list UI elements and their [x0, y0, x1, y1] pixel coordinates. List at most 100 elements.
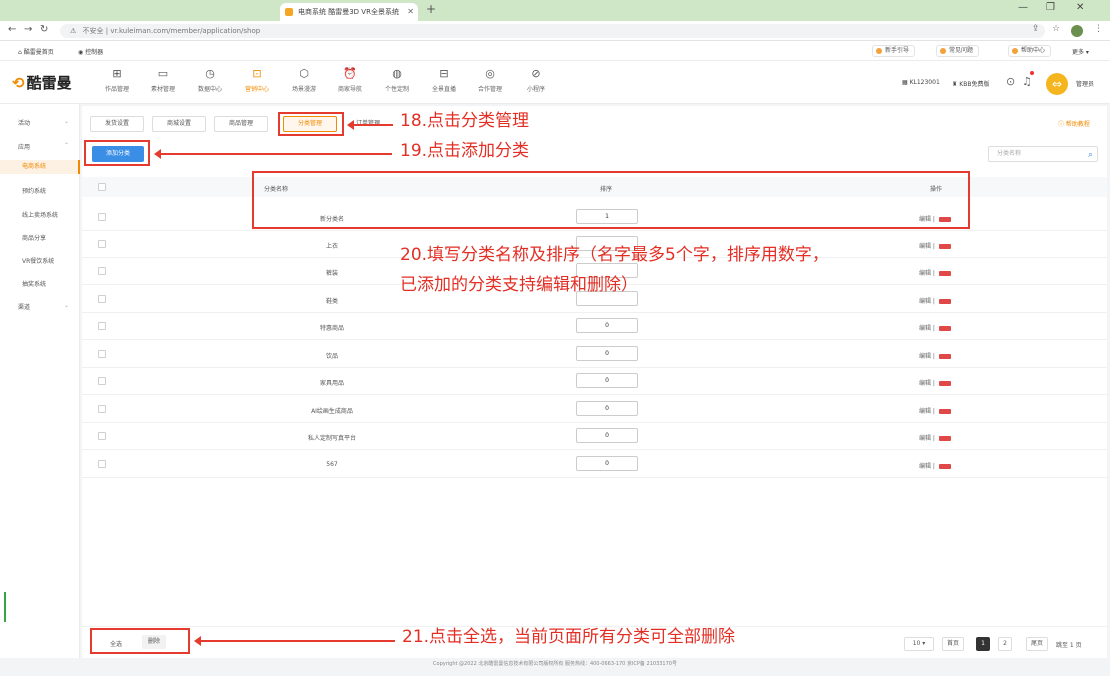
row-checkbox[interactable]	[98, 432, 106, 440]
user-name[interactable]: 管理员	[1076, 79, 1094, 88]
row-checkbox[interactable]	[98, 460, 106, 468]
sidebar-item-share[interactable]: 商品分享	[22, 233, 46, 242]
sidebar-item-ecommerce[interactable]: 电商系统	[0, 160, 80, 174]
sort-input[interactable]: 0	[576, 401, 638, 416]
sidebar-item-lottery[interactable]: 抽奖系统	[22, 279, 46, 288]
delete-link[interactable]	[938, 464, 951, 469]
share-icon[interactable]: ⇪	[1032, 24, 1040, 34]
row-checkbox[interactable]	[98, 322, 106, 330]
delete-link[interactable]	[938, 244, 951, 249]
profile-avatar[interactable]	[1071, 25, 1083, 37]
nav-data[interactable]: ◷ 数据中心	[190, 67, 230, 93]
annotation-20-line2: 已添加的分类支持编辑和删除）	[400, 275, 638, 295]
delete-link[interactable]	[938, 326, 951, 331]
sidebar-item-activity[interactable]: 活动 ⌄	[18, 118, 69, 127]
menu-icon[interactable]: ⋮	[1094, 24, 1103, 34]
sidebar-item-vr-dining[interactable]: VR餐饮系统	[22, 256, 54, 265]
search-icon[interactable]: ⌕	[1088, 148, 1093, 162]
user-avatar[interactable]: ⇔	[1046, 73, 1068, 95]
bell-icon[interactable]: ♫	[1022, 75, 1032, 88]
nav-cooperation[interactable]: ◎ 合作管理	[470, 67, 510, 93]
close-window-icon[interactable]: ✕	[1076, 2, 1084, 13]
row-checkbox[interactable]	[98, 350, 106, 358]
back-icon[interactable]: ←	[8, 24, 16, 35]
close-tab-icon[interactable]: ✕	[407, 3, 414, 21]
nav-custom[interactable]: ◍ 个性定制	[377, 67, 417, 93]
sidebar-item-apps[interactable]: 应用 ⌃	[18, 142, 69, 151]
jump-to-page[interactable]: 跳至 1 页	[1056, 640, 1082, 649]
delete-link[interactable]	[938, 381, 951, 386]
sort-input[interactable]: 0	[576, 373, 638, 388]
edit-link[interactable]: 编辑	[919, 243, 931, 250]
nav-works[interactable]: ⊞ 作品管理	[97, 67, 137, 93]
help-center-link[interactable]: 帮助中心	[1008, 45, 1052, 57]
nav-materials[interactable]: ▭ 素材管理	[143, 67, 183, 93]
delete-link[interactable]	[938, 409, 951, 414]
bookmark-home[interactable]: ⌂ 酷雷曼首页	[18, 47, 54, 56]
delete-link[interactable]	[938, 299, 951, 304]
url-field[interactable]: ⚠ 不安全 | vr.kuleiman.com/member/applicati…	[60, 24, 1045, 38]
sidebar-item-online-mall[interactable]: 线上卖场系统	[22, 210, 58, 219]
nav-live[interactable]: ⊟ 全景直播	[424, 67, 464, 93]
bookmark-controller[interactable]: ◉ 控制器	[78, 47, 103, 56]
brand-label[interactable]: ♜ KBB免费版	[952, 79, 989, 88]
row-checkbox[interactable]	[98, 213, 106, 221]
faq-link[interactable]: 常见问题	[936, 45, 980, 57]
reload-icon[interactable]: ↻	[40, 24, 48, 35]
browser-tab-bar: 电商系统 酷雷曼3D VR全景系统 ✕ + — ❐ ✕	[0, 0, 1110, 21]
sort-input[interactable]: 0	[576, 456, 638, 471]
row-checkbox[interactable]	[98, 267, 106, 275]
row-checkbox[interactable]	[98, 295, 106, 303]
new-tab-icon[interactable]: +	[426, 2, 436, 16]
eye-icon: ◎	[485, 67, 495, 80]
browser-tab[interactable]: 电商系统 酷雷曼3D VR全景系统 ✕	[280, 3, 418, 21]
edit-link[interactable]: 编辑	[919, 380, 931, 387]
edit-link[interactable]: 编辑	[919, 463, 931, 470]
delete-link[interactable]	[938, 436, 951, 441]
edit-link[interactable]: 编辑	[919, 435, 931, 442]
edit-link[interactable]: 编辑	[919, 325, 931, 332]
header-checkbox[interactable]	[98, 183, 106, 191]
alarm-icon: ⏰	[343, 67, 357, 80]
tab-product-management[interactable]: 商品管理	[214, 116, 268, 132]
highlight-box-add-button	[84, 140, 150, 166]
nav-miniprogram[interactable]: ⊘ 小程序	[516, 67, 556, 93]
row-checkbox[interactable]	[98, 377, 106, 385]
page-2-button[interactable]: 2	[998, 637, 1012, 651]
last-page-button[interactable]: 尾页	[1026, 637, 1048, 651]
delete-link[interactable]	[938, 354, 951, 359]
row-actions: 编辑 |	[919, 268, 951, 277]
row-checkbox[interactable]	[98, 405, 106, 413]
sidebar-item-channel[interactable]: 渠道 ⌄	[18, 302, 69, 311]
star-icon[interactable]: ☆	[1052, 24, 1060, 34]
sort-input[interactable]: 0	[576, 318, 638, 333]
maximize-icon[interactable]: ❐	[1046, 2, 1055, 13]
tab-mall-settings[interactable]: 商城设置	[152, 116, 206, 132]
nav-marketing[interactable]: ⊡ 营销中心	[237, 67, 277, 93]
edit-link[interactable]: 编辑	[919, 270, 931, 277]
cube-icon: ⬡	[299, 67, 309, 80]
help-tutorial-link[interactable]: ⓘ 帮助教程	[1058, 119, 1090, 128]
first-page-button[interactable]: 首页	[942, 637, 964, 651]
edit-link[interactable]: 编辑	[919, 353, 931, 360]
sidebar-item-booking[interactable]: 预约系统	[22, 186, 46, 195]
minimize-icon[interactable]: —	[1018, 2, 1028, 13]
settings-icon[interactable]: ⊙	[1006, 75, 1015, 88]
row-checkbox[interactable]	[98, 240, 106, 248]
edit-link[interactable]: 编辑	[919, 408, 931, 415]
account-id[interactable]: ▦ KL123001	[902, 79, 940, 86]
sort-input[interactable]: 0	[576, 346, 638, 361]
edit-link[interactable]: 编辑	[919, 298, 931, 305]
nav-scene[interactable]: ⬡ 场景漫游	[284, 67, 324, 93]
newbie-guide-link[interactable]: 新手引导	[872, 45, 916, 57]
page-size-select[interactable]: 10 ▾	[904, 637, 934, 651]
current-page[interactable]: 1	[976, 637, 990, 651]
logo[interactable]: ⟲ 酷雷曼	[12, 72, 72, 93]
search-input[interactable]: 分类名称 ⌕	[988, 146, 1098, 162]
more-link[interactable]: 更多 ▾	[1072, 47, 1089, 56]
sort-input[interactable]: 0	[576, 428, 638, 443]
delete-link[interactable]	[938, 271, 951, 276]
tab-delivery-settings[interactable]: 发货设置	[90, 116, 144, 132]
nav-merchant[interactable]: ⏰ 商家导航	[330, 67, 370, 93]
forward-icon[interactable]: →	[24, 24, 32, 35]
